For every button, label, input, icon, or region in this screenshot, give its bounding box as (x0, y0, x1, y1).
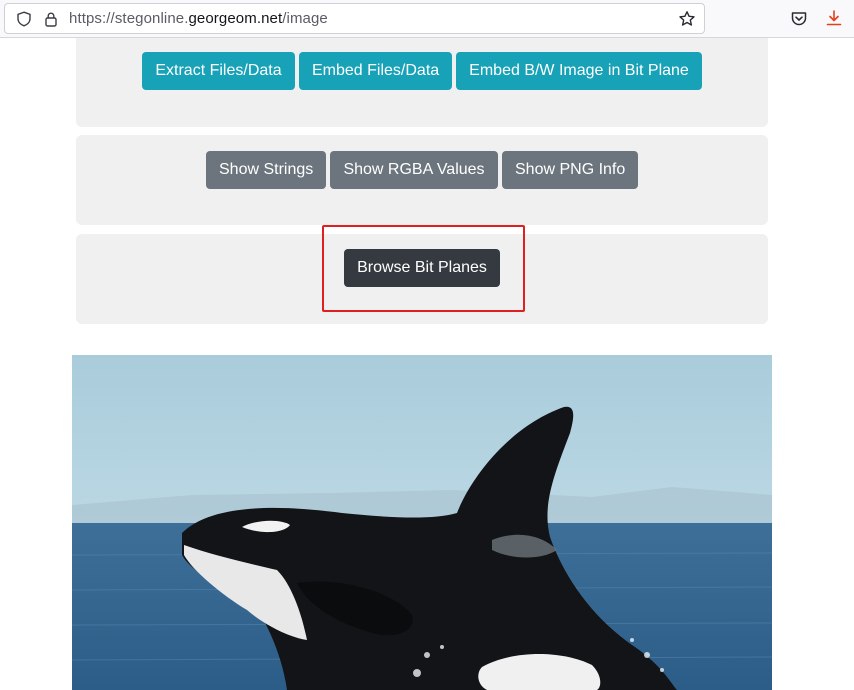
show-strings-button[interactable]: Show Strings (206, 151, 326, 189)
embed-bw-image-button[interactable]: Embed B/W Image in Bit Plane (456, 52, 702, 90)
download-icon[interactable] (825, 9, 843, 27)
embed-extract-panel: Extract Files/Data Embed Files/Data Embe… (76, 38, 768, 127)
shield-icon[interactable] (16, 11, 32, 27)
url-prefix: https://stegonline. (69, 10, 189, 27)
inspect-panel: Show Strings Show RGBA Values Show PNG I… (76, 135, 768, 225)
highlight-annotation-box (322, 225, 525, 312)
browser-toolbar: https://stegonline.georgeom.net/image (0, 0, 854, 38)
show-png-info-button[interactable]: Show PNG Info (502, 151, 638, 189)
pocket-icon[interactable] (790, 10, 808, 28)
orca-image (72, 355, 772, 690)
url-path: /image (282, 10, 328, 27)
url-domain: georgeom.net (188, 10, 283, 27)
address-bar[interactable]: https://stegonline.georgeom.net/image (4, 3, 705, 34)
url-text[interactable]: https://stegonline.georgeom.net/image (69, 10, 328, 27)
extract-files-button[interactable]: Extract Files/Data (142, 52, 295, 90)
lock-icon[interactable] (43, 11, 59, 27)
show-rgba-button[interactable]: Show RGBA Values (330, 151, 498, 189)
uploaded-image (72, 355, 772, 690)
bookmark-star-icon[interactable] (678, 10, 696, 28)
embed-files-button[interactable]: Embed Files/Data (299, 52, 452, 90)
